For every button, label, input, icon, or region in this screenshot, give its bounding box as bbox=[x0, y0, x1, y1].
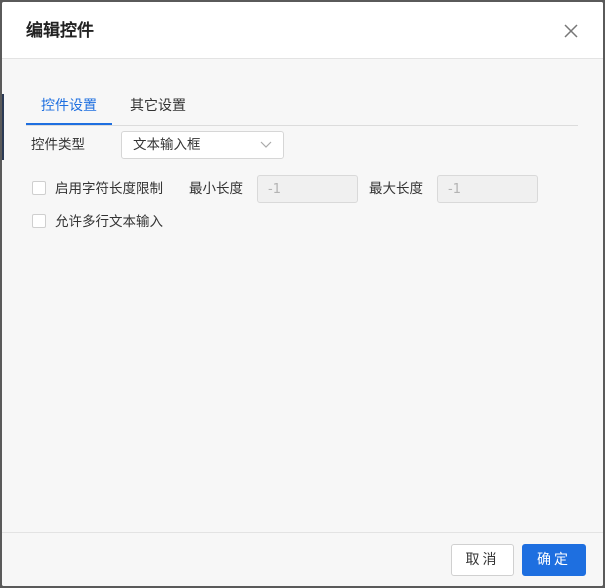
dialog-title: 编辑控件 bbox=[26, 21, 94, 41]
dialog-header: 编辑控件 bbox=[2, 2, 603, 59]
enable-length-limit-label: 启用字符长度限制 bbox=[55, 181, 163, 197]
control-type-value: 文本输入框 bbox=[133, 137, 201, 153]
close-button[interactable] bbox=[562, 22, 580, 40]
multiline-label: 允许多行文本输入 bbox=[55, 214, 163, 230]
multiline-checkbox[interactable] bbox=[32, 214, 46, 228]
control-type-select[interactable]: 文本输入框 bbox=[121, 131, 284, 159]
min-length-input[interactable] bbox=[257, 175, 358, 203]
tab-bar: 控件设置 其它设置 bbox=[26, 88, 578, 126]
cancel-button[interactable]: 取消 bbox=[451, 544, 514, 576]
control-type-label: 控件类型 bbox=[31, 137, 85, 153]
dialog-footer: 取消 确定 bbox=[2, 532, 603, 586]
edit-control-dialog: 编辑控件 控件设置 其它设置 控件类型 文本输入框 启用字符长度限制 最小长度 … bbox=[2, 2, 603, 586]
enable-length-limit-checkbox[interactable] bbox=[32, 181, 46, 195]
tab-other-settings[interactable]: 其它设置 bbox=[118, 88, 198, 125]
tab-control-settings[interactable]: 控件设置 bbox=[26, 88, 112, 125]
max-length-input[interactable] bbox=[437, 175, 538, 203]
chevron-down-icon bbox=[260, 141, 272, 148]
min-length-label: 最小长度 bbox=[189, 181, 243, 197]
left-accent-bar bbox=[2, 94, 4, 160]
max-length-label: 最大长度 bbox=[369, 181, 423, 197]
close-icon bbox=[564, 24, 578, 38]
ok-button[interactable]: 确定 bbox=[522, 544, 586, 576]
